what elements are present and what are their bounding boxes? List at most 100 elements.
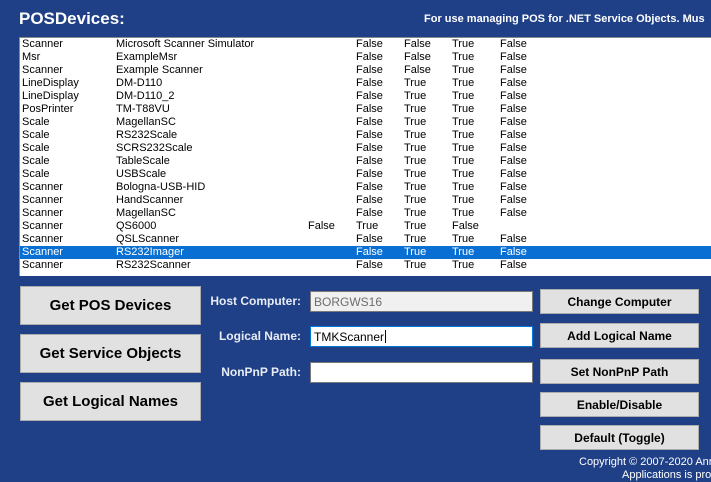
device-cell: TableScale xyxy=(116,155,170,167)
device-cell: False xyxy=(356,259,383,271)
device-cell: True xyxy=(404,181,427,193)
device-row[interactable]: PosPrinter TM-T88VU False True True False xyxy=(20,103,711,116)
device-row[interactable]: Scanner Microsoft Scanner Simulator False F… xyxy=(20,38,711,51)
add-logical-name-button[interactable]: Add Logical Name xyxy=(540,323,699,348)
device-cell: True xyxy=(404,207,427,219)
device-row[interactable]: Scanner MagellanSC False True True False xyxy=(20,207,711,220)
device-cell: False xyxy=(356,38,383,50)
device-cell: True xyxy=(404,77,427,89)
nonpnp-path-field[interactable] xyxy=(310,362,533,383)
device-cell: Scale xyxy=(22,142,50,154)
device-cell: False xyxy=(356,207,383,219)
device-cell: Scanner xyxy=(22,233,63,245)
device-cell: True xyxy=(404,90,427,102)
device-cell: SCRS232Scale xyxy=(116,142,193,154)
device-cell: False xyxy=(356,90,383,102)
device-row[interactable]: Scanner Example Scanner False False True Fals… xyxy=(20,64,711,77)
device-cell: Example Scanner xyxy=(116,64,203,76)
device-cell: False xyxy=(356,51,383,63)
get-logical-names-button[interactable]: Get Logical Names xyxy=(20,382,201,421)
device-cell: False xyxy=(356,181,383,193)
device-cell: QSLScanner xyxy=(116,233,179,245)
device-cell: True xyxy=(404,116,427,128)
page-subtitle: For use managing POS for .NET Service Ob… xyxy=(424,13,705,25)
device-cell: True xyxy=(452,77,475,89)
device-cell: LineDisplay xyxy=(22,90,79,102)
device-cell: False xyxy=(356,168,383,180)
device-cell: True xyxy=(404,233,427,245)
device-cell: True xyxy=(404,142,427,154)
device-cell: False xyxy=(500,181,527,193)
get-service-objects-button[interactable]: Get Service Objects xyxy=(20,334,201,373)
device-row[interactable]: Scale TableScale False True True False xyxy=(20,155,711,168)
enable-disable-button[interactable]: Enable/Disable xyxy=(540,392,699,417)
device-cell: True xyxy=(404,155,427,167)
device-cell: True xyxy=(404,129,427,141)
device-cell: Scanner xyxy=(22,38,63,50)
device-cell: False xyxy=(500,142,527,154)
device-cell: Scanner xyxy=(22,194,63,206)
device-row[interactable]: Msr ExampleMsr False False True False xyxy=(20,51,711,64)
device-cell: True xyxy=(452,103,475,115)
logical-name-field[interactable]: TMKScanner xyxy=(310,326,533,347)
device-cell: QS6000 xyxy=(116,220,157,232)
device-cell: True xyxy=(452,116,475,128)
text-caret xyxy=(385,330,387,343)
device-cell: False xyxy=(500,168,527,180)
device-cell: False xyxy=(356,233,383,245)
host-computer-field[interactable]: BORGWS16 xyxy=(310,291,533,312)
device-cell: False xyxy=(308,220,335,232)
device-row[interactable]: Scanner Bologna-USB-HID False True True False xyxy=(20,181,711,194)
device-cell: HandScanner xyxy=(116,194,184,206)
device-cell: Bologna-USB-HID xyxy=(116,181,206,193)
device-row[interactable]: LineDisplay DM-D110_2 False True True False xyxy=(20,90,711,103)
device-cell: True xyxy=(452,181,475,193)
device-list[interactable]: Scanner Microsoft Scanner Simulator False F… xyxy=(19,37,711,276)
device-row[interactable]: Scanner QS6000 False True True False xyxy=(20,220,711,233)
device-cell: False xyxy=(500,194,527,206)
device-row[interactable]: Scanner RS232Scanner False True True False xyxy=(20,259,711,272)
copyright-text: Copyright © 2007-2020 Anr Applications i… xyxy=(579,456,711,482)
device-cell: False xyxy=(356,77,383,89)
device-cell: USBScale xyxy=(116,168,167,180)
get-pos-devices-button[interactable]: Get POS Devices xyxy=(20,286,201,325)
device-cell: True xyxy=(404,220,427,232)
set-nonpnp-path-button[interactable]: Set NonPnP Path xyxy=(540,359,699,384)
device-row[interactable]: Scale MagellanSC False True True False xyxy=(20,116,711,129)
device-cell: False xyxy=(356,103,383,115)
device-row[interactable]: Scale RS232Scale False True True False xyxy=(20,129,711,142)
device-cell: False xyxy=(500,155,527,167)
device-cell: False xyxy=(404,51,431,63)
device-cell: PosPrinter xyxy=(22,103,74,115)
nonpnp-path-label: NonPnP Path: xyxy=(221,365,301,379)
device-row[interactable]: Scanner QSLScanner False True True False xyxy=(20,233,711,246)
copyright-line-2: Applications is pro xyxy=(622,469,711,481)
device-cell: True xyxy=(452,90,475,102)
device-cell: Scanner xyxy=(22,207,63,219)
device-cell: True xyxy=(452,142,475,154)
change-computer-button[interactable]: Change Computer xyxy=(540,289,699,314)
device-cell: False xyxy=(500,90,527,102)
device-cell: False xyxy=(500,233,527,245)
device-cell: False xyxy=(356,246,383,258)
device-cell: MagellanSC xyxy=(116,116,176,128)
device-row[interactable]: Scanner RS232Imager False True True False xyxy=(20,246,711,259)
device-cell: RS232Scanner xyxy=(116,259,191,271)
device-row[interactable]: Scale USBScale False True True False xyxy=(20,168,711,181)
device-cell: True xyxy=(404,259,427,271)
device-cell: True xyxy=(404,103,427,115)
device-cell: False xyxy=(500,77,527,89)
default-toggle-button[interactable]: Default (Toggle) xyxy=(540,425,699,450)
device-cell: False xyxy=(500,38,527,50)
device-cell: Scanner xyxy=(22,220,63,232)
device-row[interactable]: LineDisplay DM-D110 False True True False xyxy=(20,77,711,90)
device-cell: False xyxy=(500,207,527,219)
device-cell: False xyxy=(404,38,431,50)
page-title: POSDevices: xyxy=(19,9,125,28)
device-cell: RS232Scale xyxy=(116,129,178,141)
device-cell: Microsoft Scanner Simulator xyxy=(116,38,255,50)
device-cell: True xyxy=(404,194,427,206)
device-row[interactable]: Scanner HandScanner False True True False xyxy=(20,194,711,207)
device-cell: Scale xyxy=(22,155,50,167)
device-row[interactable]: Scale SCRS232Scale False True True False xyxy=(20,142,711,155)
